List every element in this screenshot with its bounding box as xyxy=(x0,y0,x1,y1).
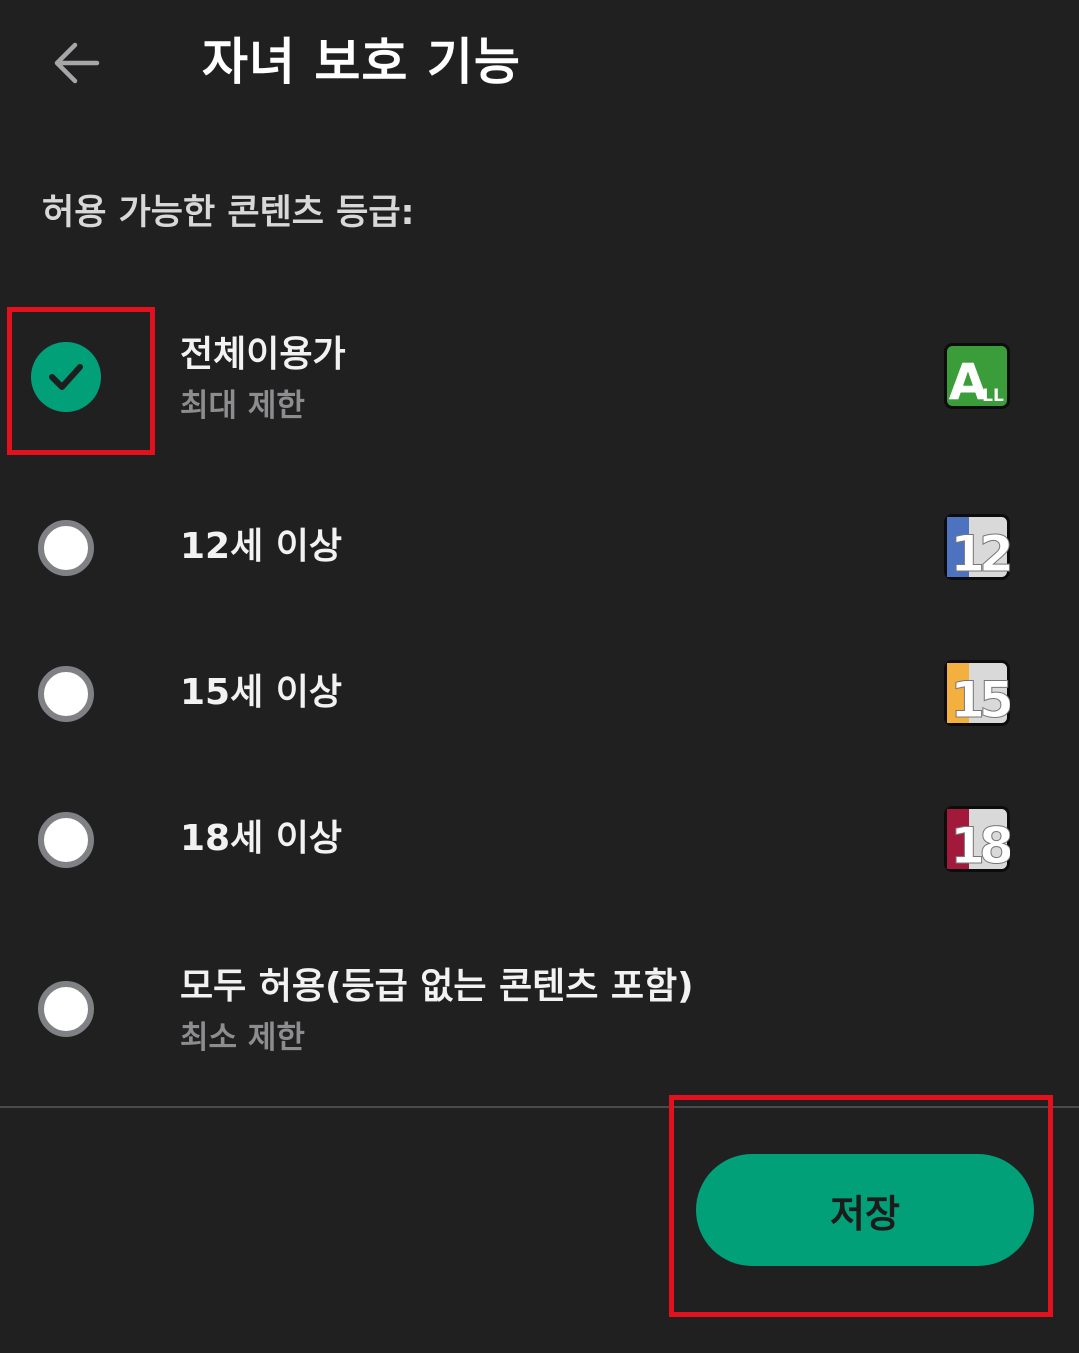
rating-option-18[interactable]: 18세 이상 18 xyxy=(0,792,1079,888)
rating-option-15[interactable]: 15세 이상 15 xyxy=(0,646,1079,742)
radio-unselected[interactable] xyxy=(38,666,94,722)
section-label: 허용 가능한 콘텐츠 등급: xyxy=(42,193,415,233)
page-title: 자녀 보호 기능 xyxy=(202,33,521,91)
badge-18-label: 18 xyxy=(950,817,1010,872)
back-button[interactable] xyxy=(40,28,114,98)
save-button[interactable]: 저장 xyxy=(696,1154,1034,1266)
option-title: 전체이용가 xyxy=(180,334,346,375)
option-title: 12세 이상 xyxy=(180,526,342,567)
option-subtitle: 최대 제한 xyxy=(180,388,305,424)
arrow-left-icon xyxy=(54,42,100,84)
check-icon xyxy=(49,364,83,390)
rating-option-12[interactable]: 12세 이상 12 xyxy=(0,500,1079,596)
option-title: 18세 이상 xyxy=(180,818,342,859)
save-button-label: 저장 xyxy=(830,1191,900,1236)
rating-option-allow-all[interactable]: 모두 허용(등급 없는 콘텐츠 포함) 최소 제한 xyxy=(0,960,1079,1070)
rating-15-icon: 15 xyxy=(944,660,1010,726)
option-title: 15세 이상 xyxy=(180,672,342,713)
app-header: 자녀 보호 기능 xyxy=(0,0,1079,130)
divider xyxy=(0,1106,1079,1108)
radio-selected[interactable] xyxy=(31,342,101,412)
option-subtitle: 최소 제한 xyxy=(180,1020,305,1056)
rating-all-icon: A LL xyxy=(944,343,1010,409)
rating-18-icon: 18 xyxy=(944,806,1010,872)
radio-unselected[interactable] xyxy=(38,812,94,868)
option-title: 모두 허용(등급 없는 콘텐츠 포함) xyxy=(180,966,694,1007)
radio-unselected[interactable] xyxy=(38,981,94,1037)
badge-12-label: 12 xyxy=(950,525,1010,580)
rating-option-all[interactable]: 전체이용가 최대 제한 A LL xyxy=(0,330,1079,430)
badge-all-small: LL xyxy=(982,386,1004,406)
badge-15-label: 15 xyxy=(950,671,1010,726)
rating-12-icon: 12 xyxy=(944,514,1010,580)
radio-unselected[interactable] xyxy=(38,520,94,576)
